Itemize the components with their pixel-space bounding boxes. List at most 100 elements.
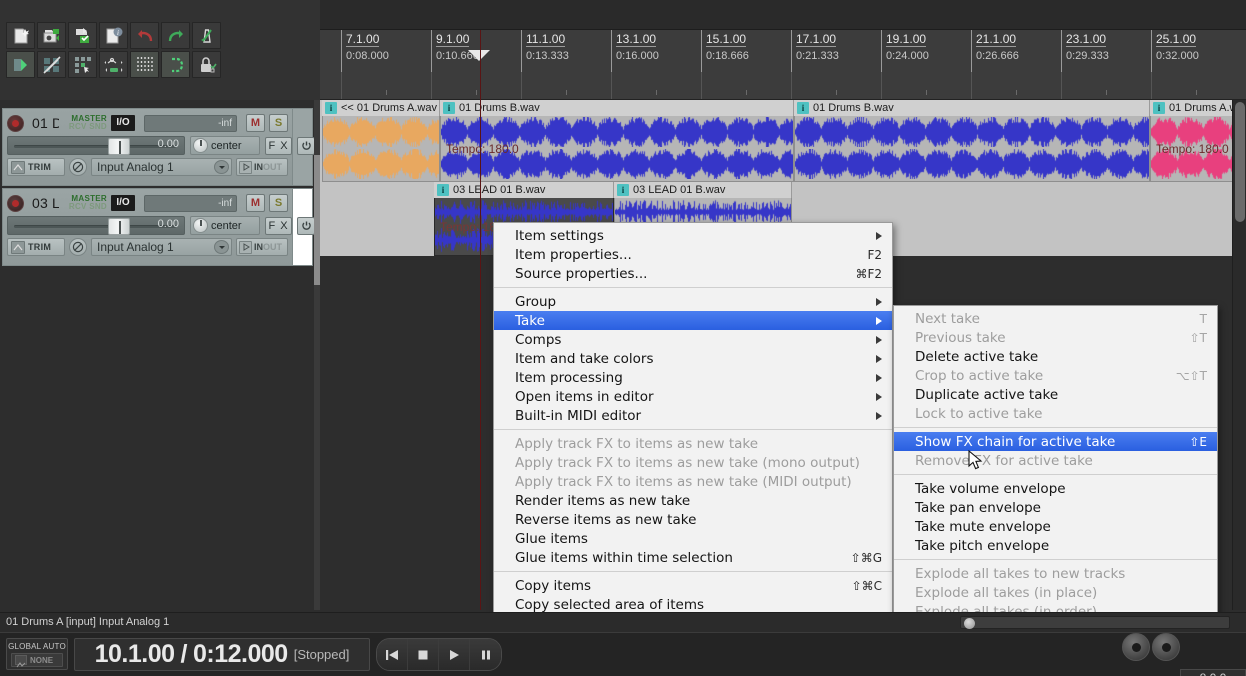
menu-item[interactable]: Item properties...F2 xyxy=(494,245,892,264)
item-grouping-icon[interactable] xyxy=(68,51,97,78)
media-item-header[interactable]: i<< 01 Drums A.wav xyxy=(322,100,440,116)
menu-item[interactable]: Copy items⇧⌘C xyxy=(494,576,892,595)
playrate-knob[interactable] xyxy=(1152,633,1180,661)
transport-time-display[interactable]: 10.1.00 / 0:12.000 [Stopped] xyxy=(74,638,370,671)
menu-item[interactable]: Reverse items as new take xyxy=(494,510,892,529)
media-item-header[interactable]: i01 Drums B.wav xyxy=(440,100,794,116)
solo-button-2[interactable]: S xyxy=(269,194,288,212)
fx-button-2[interactable]: F X xyxy=(265,217,292,235)
item-info-icon[interactable]: i xyxy=(443,102,455,114)
mute-button-1[interactable]: M xyxy=(246,114,265,132)
redo-icon[interactable] xyxy=(161,22,190,49)
pan-dial-2[interactable] xyxy=(193,218,208,233)
record-arm-button-2[interactable] xyxy=(7,195,24,212)
loop-icon[interactable] xyxy=(161,51,190,78)
io-button-1[interactable]: I/O xyxy=(111,115,135,131)
track-panel-2[interactable]: 2 03 LEAD 01 B MASTER RCV SND I/O -inf M… xyxy=(2,188,313,266)
lock-icon[interactable] xyxy=(192,51,221,78)
global-auto-mode-box[interactable]: NONE xyxy=(11,653,63,667)
pan-dial-1[interactable] xyxy=(193,138,208,153)
pan-control-2[interactable]: center xyxy=(190,216,260,235)
track-panel-1[interactable]: 1 01 Drums A MASTER RCV SND I/O -inf M S xyxy=(2,108,313,186)
fx-bypass-icon-2[interactable] xyxy=(297,217,315,235)
menu-item[interactable]: Take pitch envelope xyxy=(894,536,1217,555)
menu-item[interactable]: Duplicate active take xyxy=(894,385,1217,404)
timeline-ruler[interactable]: 7.1.000:08.0009.1.000:10.66611.1.000:13.… xyxy=(320,30,1246,100)
item-info-icon[interactable]: i xyxy=(1153,102,1165,114)
phase-invert-icon-1[interactable] xyxy=(69,158,87,176)
media-item-header[interactable]: i01 Drums B.wav xyxy=(794,100,1150,116)
menu-item[interactable]: Item settings xyxy=(494,226,892,245)
item-info-icon[interactable]: i xyxy=(617,184,629,196)
track-name-2[interactable]: 03 LEAD 01 B xyxy=(28,195,59,211)
volume-fader-1[interactable]: 0.00 xyxy=(7,136,185,155)
track-name-1[interactable]: 01 Drums A xyxy=(28,115,59,131)
menu-item[interactable]: Item and take colors xyxy=(494,349,892,368)
media-item[interactable] xyxy=(794,116,1150,182)
pan-control-1[interactable]: center xyxy=(190,136,260,155)
master-volume-knob[interactable] xyxy=(1122,633,1150,661)
fx-button-1[interactable]: F X xyxy=(265,137,292,155)
stop-button[interactable] xyxy=(408,639,439,670)
rate-display[interactable]: 8.0.0 xyxy=(1180,669,1246,676)
mute-button-2[interactable]: M xyxy=(246,194,265,212)
menu-item-label: Reverse items as new take xyxy=(515,512,882,528)
horizontal-zoom-slider[interactable] xyxy=(960,616,1230,629)
menu-item[interactable]: Delete active take xyxy=(894,347,1217,366)
project-settings-icon[interactable]: i xyxy=(99,22,128,49)
item-context-menu[interactable]: Item settingsItem properties...F2Source … xyxy=(493,222,893,676)
grid-icon[interactable] xyxy=(130,51,159,78)
trim-button-1[interactable]: TRIM xyxy=(7,158,65,176)
menu-item[interactable]: Render items as new take xyxy=(494,491,892,510)
media-item-header[interactable]: i03 LEAD 01 B.wav xyxy=(614,182,792,198)
envelope-icon[interactable] xyxy=(6,51,35,78)
arrange-vscrollbar[interactable] xyxy=(1232,100,1246,610)
global-automation-control[interactable]: GLOBAL AUTO NONE xyxy=(6,638,68,670)
play-button[interactable] xyxy=(439,639,470,670)
menu-item[interactable]: Take pan envelope xyxy=(894,498,1217,517)
menu-item[interactable]: Source properties...⌘F2 xyxy=(494,264,892,283)
ripple-edit-icon[interactable] xyxy=(37,51,66,78)
media-item[interactable]: Tempo: 180.0 xyxy=(440,116,794,182)
automation-icon[interactable] xyxy=(99,51,128,78)
save-project-icon[interactable] xyxy=(68,22,97,49)
media-item[interactable] xyxy=(322,116,440,182)
pause-button[interactable] xyxy=(470,639,501,670)
phase-invert-icon-2[interactable] xyxy=(69,238,87,256)
menu-item[interactable]: Open items in editor xyxy=(494,387,892,406)
input-select-2[interactable]: Input Analog 1 xyxy=(91,238,232,256)
toolbar-row-1: i xyxy=(6,22,221,49)
new-project-icon[interactable] xyxy=(6,22,35,49)
menu-item[interactable]: Item processing xyxy=(494,368,892,387)
item-info-icon[interactable]: i xyxy=(797,102,809,114)
menu-item[interactable]: Take mute envelope xyxy=(894,517,1217,536)
trim-button-2[interactable]: TRIM xyxy=(7,238,65,256)
item-info-icon[interactable]: i xyxy=(325,102,337,114)
menu-item[interactable]: Show FX chain for active take⇧E xyxy=(894,432,1217,451)
chevron-down-icon-1[interactable] xyxy=(214,160,229,174)
input-select-1[interactable]: Input Analog 1 xyxy=(91,158,232,176)
play-cursor-handle[interactable] xyxy=(468,50,490,61)
menu-item[interactable]: Comps xyxy=(494,330,892,349)
menu-item[interactable]: Glue items within time selection⇧⌘G xyxy=(494,548,892,567)
io-button-2[interactable]: I/O xyxy=(111,195,135,211)
menu-item[interactable]: Glue items xyxy=(494,529,892,548)
record-monitor-1[interactable]: INOUT xyxy=(236,158,288,176)
metronome-icon[interactable] xyxy=(192,22,221,49)
item-info-icon[interactable]: i xyxy=(437,184,449,196)
record-monitor-2[interactable]: INOUT xyxy=(236,238,288,256)
chevron-down-icon-2[interactable] xyxy=(214,240,229,254)
fx-bypass-icon-1[interactable] xyxy=(297,137,315,155)
menu-item-shortcut: ⇧⌘G xyxy=(851,551,882,565)
menu-item[interactable]: Built-in MIDI editor xyxy=(494,406,892,425)
record-arm-button-1[interactable] xyxy=(7,115,24,132)
undo-icon[interactable] xyxy=(130,22,159,49)
volume-fader-2[interactable]: 0.00 xyxy=(7,216,185,235)
menu-item[interactable]: Group xyxy=(494,292,892,311)
media-item-header[interactable]: i03 LEAD 01 B.wav xyxy=(434,182,614,198)
menu-item[interactable]: Take xyxy=(494,311,892,330)
solo-button-1[interactable]: S xyxy=(269,114,288,132)
go-to-start-button[interactable] xyxy=(377,639,408,670)
open-project-icon[interactable] xyxy=(37,22,66,49)
menu-item[interactable]: Take volume envelope xyxy=(894,479,1217,498)
